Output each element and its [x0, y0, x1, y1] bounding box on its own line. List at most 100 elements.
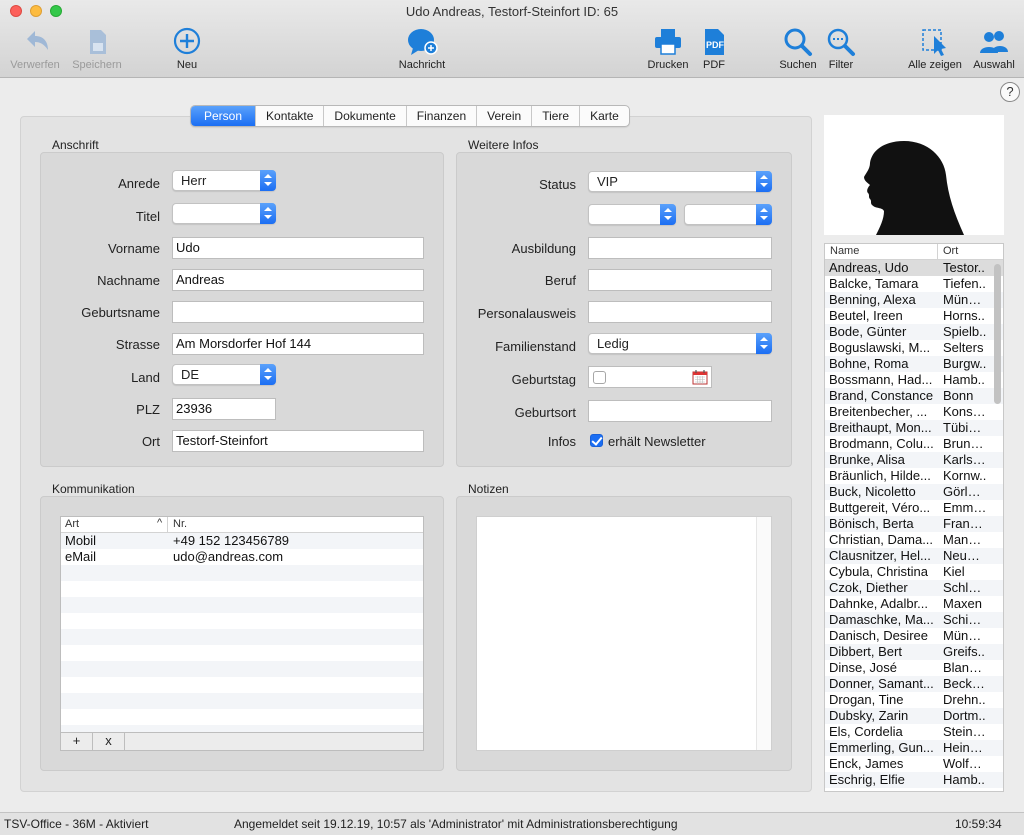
list-item[interactable]: Damaschke, Ma... Schind..: [825, 612, 1003, 628]
status-select[interactable]: VIP: [588, 171, 772, 192]
titel-select[interactable]: [172, 203, 276, 224]
list-item[interactable]: Buttgereit, Véro... Emme..: [825, 500, 1003, 516]
help-button[interactable]: ?: [1000, 82, 1020, 102]
list-item[interactable]: Dahnke, Adalbr... Maxen: [825, 596, 1003, 612]
filter-button[interactable]: Filter: [822, 26, 860, 71]
beruf-label: Beruf: [544, 273, 576, 288]
notizen-title: Notizen: [468, 482, 509, 496]
ort-field[interactable]: Testorf-Steinfort: [172, 430, 424, 452]
list-item[interactable]: Enck, James Wolfsb..: [825, 756, 1003, 772]
list-item[interactable]: Danisch, Desiree Münch..: [825, 628, 1003, 644]
table-row[interactable]: eMail udo@andreas.com: [61, 549, 423, 565]
list-item[interactable]: Andreas, Udo Testor..: [825, 260, 1003, 276]
land-select[interactable]: DE: [172, 364, 276, 385]
notizen-textarea[interactable]: [476, 516, 772, 751]
geburtsname-field[interactable]: [172, 301, 424, 323]
list-item[interactable]: Emmerling, Gun... Heiner..: [825, 740, 1003, 756]
person-photo[interactable]: [824, 115, 1004, 235]
person-ort: Hamb..: [943, 772, 985, 787]
drucken-button[interactable]: Drucken: [642, 26, 694, 71]
list-item[interactable]: Donner, Samant... Beckum: [825, 676, 1003, 692]
tab-dokumente[interactable]: Dokumente: [324, 106, 407, 126]
list-item[interactable]: Eschrig, Elfie Hamb..: [825, 772, 1003, 788]
person-list: Name Ort Andreas, Udo Testor.. Balcke, Tam…: [824, 243, 1004, 792]
calendar-icon[interactable]: [692, 369, 708, 385]
neu-button[interactable]: Neu: [158, 26, 216, 71]
list-item[interactable]: Dubsky, Zarin Dortm..: [825, 708, 1003, 724]
plz-field[interactable]: 23936: [172, 398, 276, 420]
ausbildung-field[interactable]: [588, 237, 772, 259]
list-item[interactable]: Clausnitzer, Hel... Neunk..: [825, 548, 1003, 564]
person-ort: Horns..: [943, 308, 985, 323]
col-name-header[interactable]: Name: [830, 245, 859, 257]
geburtstag-checkbox[interactable]: [593, 371, 606, 384]
list-item[interactable]: Balcke, Tamara Tiefen..: [825, 276, 1003, 292]
person-ort: Selters: [943, 340, 984, 355]
list-item[interactable]: Breithaupt, Mon... Tübing..: [825, 420, 1003, 436]
person-list-scrollbar[interactable]: [994, 264, 1001, 404]
col-art-header[interactable]: Art: [65, 518, 79, 530]
popup-arrows-icon: [756, 333, 772, 354]
list-item[interactable]: Christian, Dama... Mannh..: [825, 532, 1003, 548]
list-item[interactable]: Dinse, José Blanke..: [825, 660, 1003, 676]
list-item[interactable]: Bossmann, Had... Hamb..: [825, 372, 1003, 388]
person-name: Cybula, Christina: [829, 564, 928, 579]
person-name: Beutel, Ireen: [829, 308, 903, 323]
list-item[interactable]: Bönisch, Berta Frankf..: [825, 516, 1003, 532]
person-ort: Schleuß: [943, 580, 987, 595]
zusatz-select-1[interactable]: [588, 204, 676, 225]
list-item[interactable]: Drogan, Tine Drehn..: [825, 692, 1003, 708]
tab-karte[interactable]: Karte: [580, 106, 629, 126]
list-item[interactable]: Breitenbecher, ... Konsta..: [825, 404, 1003, 420]
list-item[interactable]: Buck, Nicoletto Görlsd..: [825, 484, 1003, 500]
suchen-button[interactable]: Suchen: [774, 26, 822, 71]
nachname-field[interactable]: Andreas: [172, 269, 424, 291]
list-item[interactable]: Brunke, Alisa Karlsb..: [825, 452, 1003, 468]
notizen-scrollbar[interactable]: [756, 517, 771, 750]
col-ort-header[interactable]: Ort: [943, 245, 958, 257]
person-name: Breithaupt, Mon...: [829, 420, 932, 435]
list-item[interactable]: Beutel, Ireen Horns..: [825, 308, 1003, 324]
nachricht-button[interactable]: Nachricht: [390, 26, 454, 71]
table-footer: + x: [61, 732, 423, 750]
newsletter-checkbox[interactable]: [590, 434, 603, 447]
alle-zeigen-button[interactable]: Alle zeigen: [904, 26, 966, 71]
beruf-field[interactable]: [588, 269, 772, 291]
vorname-field[interactable]: Udo: [172, 237, 424, 259]
person-name: Christian, Dama...: [829, 532, 934, 547]
pdf-document-icon: PDF: [705, 29, 725, 55]
geburtsort-field[interactable]: [588, 400, 772, 422]
list-item[interactable]: Bohne, Roma Burgw..: [825, 356, 1003, 372]
list-item[interactable]: Brand, Constance Bonn: [825, 388, 1003, 404]
list-item[interactable]: Dibbert, Bert Greifs..: [825, 644, 1003, 660]
geburtstag-field[interactable]: [588, 366, 712, 388]
anrede-select[interactable]: Herr: [172, 170, 276, 191]
tab-kontakte[interactable]: Kontakte: [256, 106, 325, 126]
list-item[interactable]: Czok, Diether Schleuß: [825, 580, 1003, 596]
list-item[interactable]: Cybula, Christina Kiel: [825, 564, 1003, 580]
tab-tiere[interactable]: Tiere: [532, 106, 581, 126]
list-item[interactable]: Benning, Alexa Münch..: [825, 292, 1003, 308]
add-entry-button[interactable]: +: [61, 733, 93, 750]
list-item[interactable]: Bode, Günter Spielb..: [825, 324, 1003, 340]
list-item[interactable]: Els, Cordelia Steinw..: [825, 724, 1003, 740]
anrede-label: Anrede: [118, 176, 160, 191]
tab-finanzen[interactable]: Finanzen: [407, 106, 478, 126]
strasse-field[interactable]: Am Morsdorfer Hof 144: [172, 333, 424, 355]
list-item[interactable]: Boguslawski, M... Selters: [825, 340, 1003, 356]
list-item[interactable]: Brodmann, Colu... Brunow: [825, 436, 1003, 452]
auswahl-button[interactable]: Auswahl: [970, 26, 1018, 71]
remove-entry-button[interactable]: x: [93, 733, 125, 750]
table-row[interactable]: Mobil +49 152 123456789: [61, 533, 423, 549]
ausbildung-label: Ausbildung: [511, 241, 576, 256]
speichern-button[interactable]: Speichern: [68, 26, 126, 71]
list-item[interactable]: Bräunlich, Hilde... Kornw..: [825, 468, 1003, 484]
verwerfen-button[interactable]: Verwerfen: [6, 26, 64, 71]
pdf-button[interactable]: PDF PDF: [696, 26, 732, 71]
col-nr-header[interactable]: Nr.: [173, 518, 187, 530]
tab-person[interactable]: Person: [191, 106, 257, 126]
familienstand-select[interactable]: Ledig: [588, 333, 772, 354]
personalausweis-field[interactable]: [588, 301, 772, 323]
zusatz-select-2[interactable]: [684, 204, 772, 225]
tab-verein[interactable]: Verein: [477, 106, 533, 126]
